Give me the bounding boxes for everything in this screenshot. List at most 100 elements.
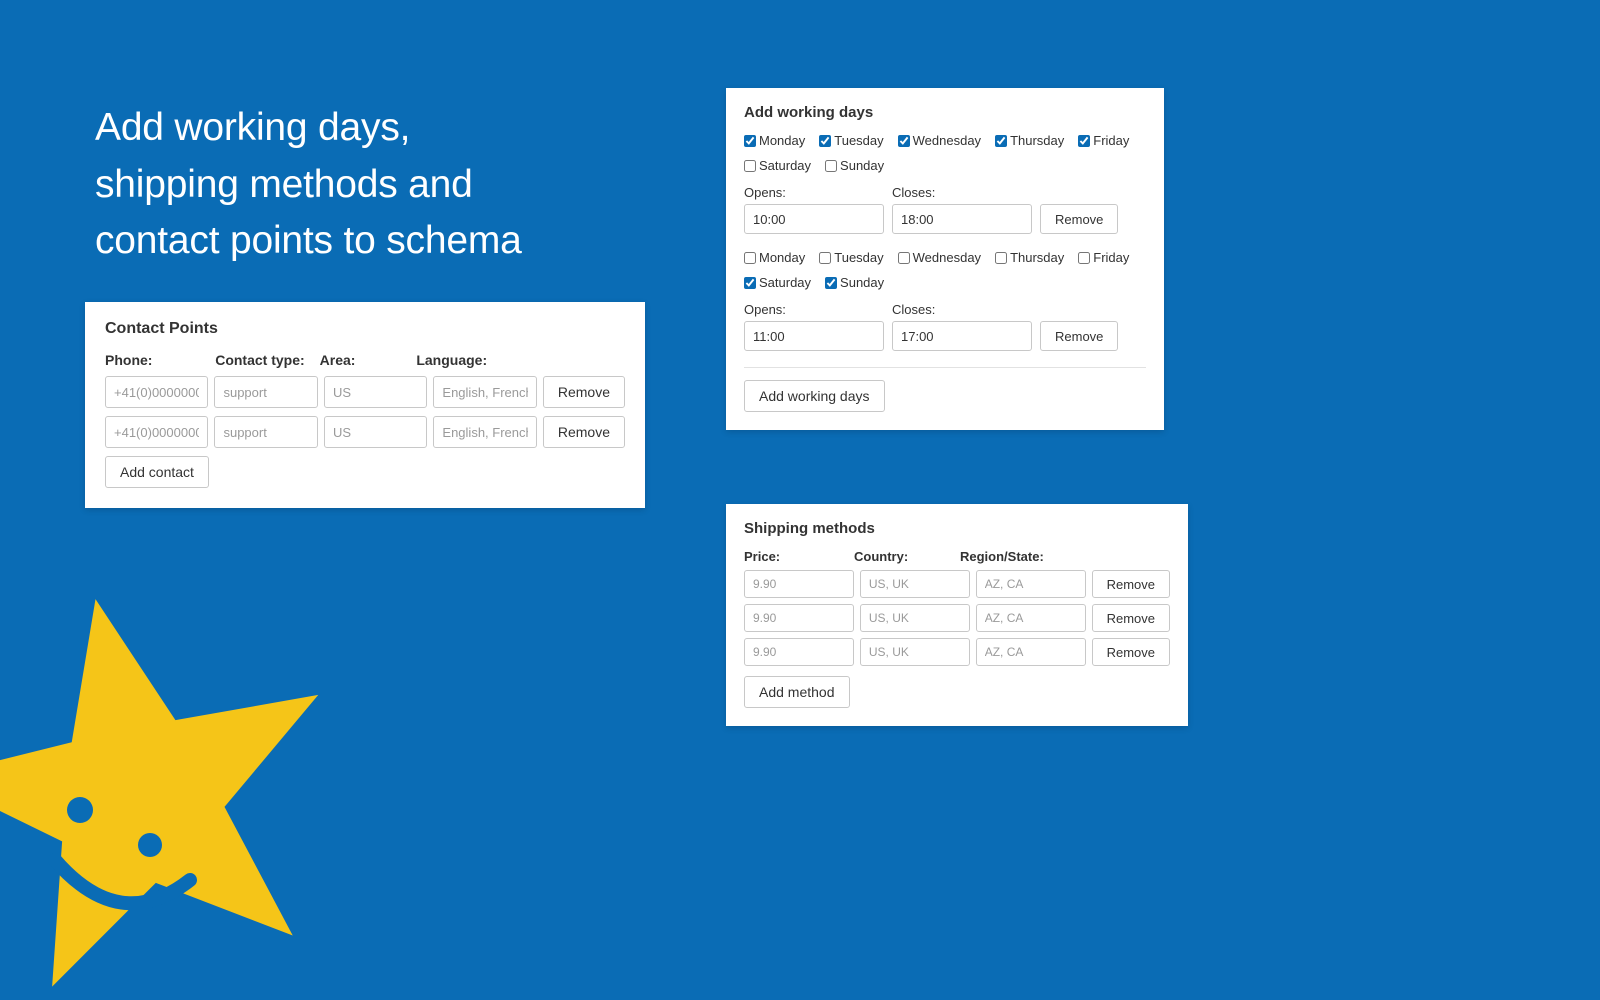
- day-label: Wednesday: [913, 133, 981, 148]
- region-header: Region/State:: [960, 549, 1072, 564]
- remove-working-days-button[interactable]: Remove: [1040, 204, 1118, 234]
- price-input[interactable]: [744, 604, 854, 632]
- price-input[interactable]: [744, 570, 854, 598]
- day-label: Sunday: [840, 158, 884, 173]
- day-checkbox-saturday[interactable]: Saturday: [744, 158, 811, 173]
- language-header: Language:: [416, 352, 522, 368]
- country-header: Country:: [854, 549, 954, 564]
- day-checkbox-input[interactable]: [995, 252, 1007, 264]
- day-checkbox-tuesday[interactable]: Tuesday: [819, 250, 883, 265]
- working-days-panel: Add working days Monday Tuesday Wednesday T…: [726, 88, 1164, 430]
- day-label: Saturday: [759, 275, 811, 290]
- add-contact-button[interactable]: Add contact: [105, 456, 209, 488]
- region-input[interactable]: [976, 638, 1086, 666]
- day-checkbox-monday[interactable]: Monday: [744, 250, 805, 265]
- heading-line: shipping methods and: [95, 157, 522, 214]
- time-row: Remove: [744, 321, 1146, 351]
- contact-type-header: Contact type:: [215, 352, 313, 368]
- working-days-title: Add working days: [744, 104, 1146, 121]
- shipping-methods-panel: Shipping methods Price: Country: Region/…: [726, 504, 1188, 726]
- day-checkbox-thursday[interactable]: Thursday: [995, 133, 1064, 148]
- star-mascot-icon: [0, 575, 345, 995]
- shipping-header-row: Price: Country: Region/State:: [744, 549, 1170, 564]
- area-input[interactable]: [324, 376, 427, 408]
- day-label: Sunday: [840, 275, 884, 290]
- day-checkbox-input[interactable]: [744, 160, 756, 172]
- day-checkbox-thursday[interactable]: Thursday: [995, 250, 1064, 265]
- day-checkbox-input[interactable]: [744, 135, 756, 147]
- separator: [744, 367, 1146, 368]
- day-checkbox-input[interactable]: [1078, 252, 1090, 264]
- day-checkbox-tuesday[interactable]: Tuesday: [819, 133, 883, 148]
- day-checkbox-input[interactable]: [898, 135, 910, 147]
- days-row: Monday Tuesday Wednesday Thursday Friday Satu…: [744, 250, 1146, 290]
- day-checkbox-input[interactable]: [744, 277, 756, 289]
- day-checkbox-input[interactable]: [744, 252, 756, 264]
- remove-contact-button[interactable]: Remove: [543, 416, 625, 448]
- day-label: Thursday: [1010, 133, 1064, 148]
- closes-input[interactable]: [892, 204, 1032, 234]
- day-label: Saturday: [759, 158, 811, 173]
- phone-input[interactable]: [105, 376, 208, 408]
- remove-method-button[interactable]: Remove: [1092, 570, 1170, 598]
- phone-input[interactable]: [105, 416, 208, 448]
- heading-line: Add working days,: [95, 100, 522, 157]
- day-checkbox-sunday[interactable]: Sunday: [825, 158, 884, 173]
- contact-type-input[interactable]: [214, 416, 317, 448]
- contact-points-title: Contact Points: [105, 320, 625, 338]
- day-checkbox-input[interactable]: [995, 135, 1007, 147]
- opens-label: Opens:: [744, 185, 884, 200]
- opens-input[interactable]: [744, 204, 884, 234]
- language-input[interactable]: [433, 376, 536, 408]
- shipping-methods-title: Shipping methods: [744, 520, 1170, 537]
- country-input[interactable]: [860, 638, 970, 666]
- closes-label: Closes:: [892, 302, 1032, 317]
- price-input[interactable]: [744, 638, 854, 666]
- closes-input[interactable]: [892, 321, 1032, 351]
- add-method-button[interactable]: Add method: [744, 676, 850, 708]
- remove-working-days-button[interactable]: Remove: [1040, 321, 1118, 351]
- day-label: Monday: [759, 250, 805, 265]
- day-checkbox-friday[interactable]: Friday: [1078, 133, 1129, 148]
- country-input[interactable]: [860, 570, 970, 598]
- day-checkbox-input[interactable]: [819, 135, 831, 147]
- day-checkbox-wednesday[interactable]: Wednesday: [898, 250, 981, 265]
- remove-method-button[interactable]: Remove: [1092, 638, 1170, 666]
- day-label: Thursday: [1010, 250, 1064, 265]
- area-input[interactable]: [324, 416, 427, 448]
- day-checkbox-monday[interactable]: Monday: [744, 133, 805, 148]
- day-label: Friday: [1093, 133, 1129, 148]
- day-checkbox-sunday[interactable]: Sunday: [825, 275, 884, 290]
- price-header: Price:: [744, 549, 848, 564]
- day-checkbox-input[interactable]: [819, 252, 831, 264]
- add-working-days-button[interactable]: Add working days: [744, 380, 885, 412]
- country-input[interactable]: [860, 604, 970, 632]
- day-label: Friday: [1093, 250, 1129, 265]
- day-checkbox-input[interactable]: [825, 277, 837, 289]
- opens-input[interactable]: [744, 321, 884, 351]
- contact-row: Remove: [105, 416, 625, 448]
- day-label: Wednesday: [913, 250, 981, 265]
- day-label: Monday: [759, 133, 805, 148]
- day-label: Tuesday: [834, 133, 883, 148]
- time-row: Remove: [744, 204, 1146, 234]
- region-input[interactable]: [976, 570, 1086, 598]
- day-checkbox-wednesday[interactable]: Wednesday: [898, 133, 981, 148]
- phone-header: Phone:: [105, 352, 209, 368]
- day-checkbox-input[interactable]: [898, 252, 910, 264]
- contact-header-row: Phone: Contact type: Area: Language:: [105, 352, 625, 368]
- remove-contact-button[interactable]: Remove: [543, 376, 625, 408]
- day-checkbox-input[interactable]: [1078, 135, 1090, 147]
- day-checkbox-friday[interactable]: Friday: [1078, 250, 1129, 265]
- shipping-row: Remove: [744, 638, 1170, 666]
- closes-label: Closes:: [892, 185, 1032, 200]
- day-checkbox-input[interactable]: [825, 160, 837, 172]
- shipping-row: Remove: [744, 604, 1170, 632]
- language-input[interactable]: [433, 416, 536, 448]
- shipping-row: Remove: [744, 570, 1170, 598]
- contact-type-input[interactable]: [214, 376, 317, 408]
- remove-method-button[interactable]: Remove: [1092, 604, 1170, 632]
- day-checkbox-saturday[interactable]: Saturday: [744, 275, 811, 290]
- days-row: Monday Tuesday Wednesday Thursday Friday Satu…: [744, 133, 1146, 173]
- region-input[interactable]: [976, 604, 1086, 632]
